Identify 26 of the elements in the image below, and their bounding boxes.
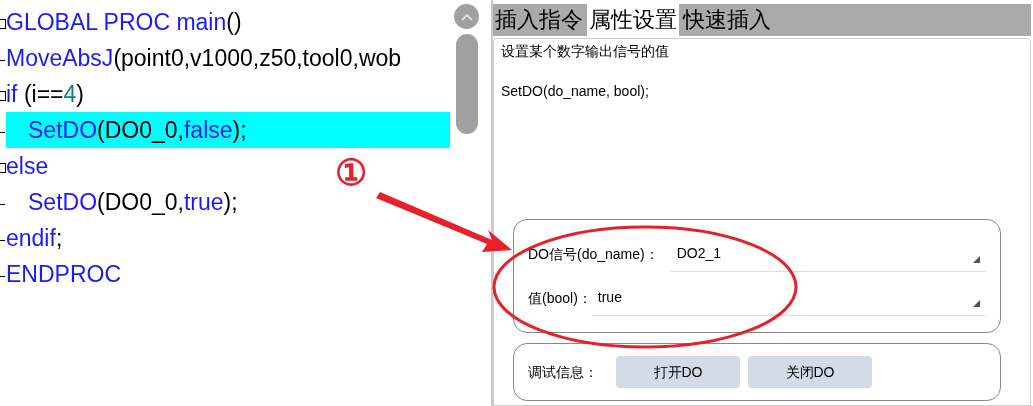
annotation-marker: ①: [335, 153, 367, 193]
code-line: if (i==4): [6, 79, 84, 109]
fold-toggle-icon[interactable]: [0, 163, 6, 173]
parameter-dropdown[interactable]: DO2_1: [670, 236, 986, 272]
chevron-up-icon: [460, 12, 473, 21]
fold-toggle-icon[interactable]: [0, 19, 6, 29]
code-line: endif;: [6, 223, 63, 253]
parameter-dropdown[interactable]: true: [591, 280, 986, 316]
code-line: SetDO(DO0_0,true);: [27, 187, 238, 217]
debug-label: 调试信息：: [528, 362, 598, 382]
scrollbar-thumb[interactable]: [456, 34, 478, 134]
debug-button[interactable]: 关闭DO: [748, 356, 872, 388]
code-line: GLOBAL PROC main(): [6, 7, 242, 37]
tab[interactable]: 属性设置: [587, 4, 679, 36]
scroll-up-button[interactable]: [454, 4, 479, 29]
dropdown-triangle-icon: [973, 256, 980, 263]
description-text: 设置某个数字输出信号的值: [501, 42, 670, 61]
fold-toggle-icon[interactable]: [0, 91, 6, 101]
parameter-label: 值(bool)：: [528, 288, 592, 308]
dropdown-triangle-icon: [973, 300, 980, 307]
parameter-label: DO信号(do_name)：: [528, 244, 659, 264]
code-line: MoveAbsJ(point0,v1000,z50,tool0,wob: [6, 43, 402, 73]
debug-button[interactable]: 打开DO: [616, 356, 740, 388]
syntax-text: SetDO(do_name, bool);: [501, 82, 650, 101]
code-line: ENDPROC: [6, 259, 121, 289]
code-line: else: [6, 151, 49, 181]
